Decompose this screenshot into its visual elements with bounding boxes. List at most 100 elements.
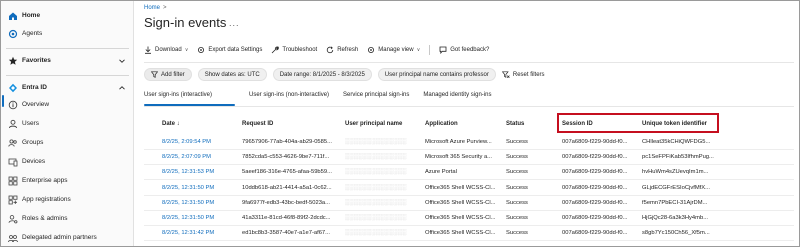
- cell-application: Office365 Shell WCSS-Cl...: [425, 215, 496, 221]
- cell-session-id: 007a6809-f229-90dd-f0...: [562, 154, 628, 161]
- column-header-date[interactable]: Date ↓: [162, 121, 180, 127]
- filter-bar: Add filter Show dates as: UTC Date range…: [144, 68, 545, 81]
- sidebar-item-favorites[interactable]: Favorites: [1, 52, 134, 70]
- table-row[interactable]: 8/2/25, 12:31:42 PM ed1bc8b3-3587-40e7-a1…: [144, 226, 794, 242]
- info-icon: [8, 100, 18, 110]
- cell-request-id: ed1bc8b3-3587-40e7-a1e7-af67...: [242, 230, 330, 237]
- cell-date[interactable]: 8/2/25, 12:31:50 PM: [162, 211, 238, 226]
- cell-status: Success: [506, 169, 528, 176]
- groups-icon: [8, 138, 18, 148]
- export-settings-button[interactable]: Export data Settings: [197, 46, 262, 54]
- show-dates-label: Show dates as: UTC: [204, 71, 260, 78]
- cell-token-id: CHlleat35kCHiQWFDG5...: [642, 139, 711, 145]
- tab-managed-identity[interactable]: Managed identity sign-ins: [423, 92, 491, 106]
- upn-filter-label: User principal name contains professor: [384, 71, 489, 78]
- cell-request-id: 10ddb618-ab21-4414-a5a1-0c62...: [242, 184, 332, 191]
- sidebar-item-app-registrations[interactable]: App registrations: [1, 191, 134, 209]
- cell-status: Success: [506, 215, 528, 221]
- sidebar-item-label: Delegated admin partners: [22, 234, 97, 241]
- cell-date[interactable]: 8/2/25, 12:31:50 PM: [162, 181, 238, 196]
- apps-icon: [8, 176, 18, 186]
- download-button[interactable]: Download ∨: [144, 46, 188, 54]
- sidebar-item-roles-admins[interactable]: Roles & admins: [1, 210, 134, 228]
- cell-session-id: 007a6809-f229-90dd-f0...: [562, 199, 628, 206]
- chevron-down-icon[interactable]: [119, 58, 125, 64]
- download-icon: [145, 46, 151, 54]
- tabs-divider-line: [144, 106, 794, 107]
- breadcrumb-home-link[interactable]: Home: [144, 5, 160, 11]
- cell-status: Success: [506, 139, 528, 145]
- show-dates-filter[interactable]: Show dates as: UTC: [197, 68, 267, 81]
- agents-icon: [8, 29, 18, 39]
- sidebar-item-enterprise-apps[interactable]: Enterprise apps: [1, 172, 134, 190]
- user-icon: [8, 119, 18, 129]
- date-range-label: Date range: 8/1/2025 - 8/3/2025: [279, 71, 365, 78]
- sidebar-divider: [6, 75, 129, 76]
- cell-application: Office365 Shell WCSS-Cl...: [425, 199, 496, 206]
- cell-application: Office365 Shell WCSS-Cl...: [425, 184, 496, 191]
- highlight-box: [557, 113, 719, 133]
- reset-filters-button[interactable]: Reset filters: [501, 70, 545, 79]
- refresh-icon: [327, 46, 334, 54]
- cell-token-id: pc1SeFPFiKab53IfhmPug...: [642, 154, 714, 161]
- sidebar-item-entra-id[interactable]: Entra ID: [1, 79, 134, 97]
- sidebar-item-label: App registrations: [22, 196, 71, 203]
- date-range-filter[interactable]: Date range: 8/1/2025 - 8/3/2025: [272, 68, 372, 81]
- home-icon: [8, 11, 18, 21]
- cell-status: Success: [506, 230, 528, 237]
- reset-filters-label: Reset filters: [512, 71, 545, 78]
- partners-icon: [8, 233, 18, 243]
- entra-icon: [8, 83, 18, 93]
- cell-upn: ░░░░░░░░░░░░░░: [345, 169, 407, 176]
- more-options-button[interactable]: ...: [229, 18, 240, 28]
- manage-view-button[interactable]: Manage view ∨: [367, 46, 420, 54]
- feedback-button[interactable]: Got feedback?: [439, 46, 489, 54]
- tab-interactive[interactable]: User sign-ins (interactive): [144, 92, 235, 106]
- sidebar-item-users[interactable]: Users: [1, 115, 134, 133]
- upn-filter[interactable]: User principal name contains professor: [377, 68, 496, 81]
- table-row[interactable]: 8/2/25, 12:31:50 PM 41a3311e-81cd-46f8-89…: [144, 211, 794, 226]
- sidebar-item-label: Overview: [22, 101, 50, 108]
- sidebar-item-label: Devices: [22, 158, 46, 165]
- tab-non-interactive[interactable]: User sign-ins (non-interactive): [249, 92, 329, 106]
- table-row[interactable]: 8/2/25, 12:31:53 PM 5aeef186-316e-4765-af…: [144, 165, 794, 181]
- sidebar-item-devices[interactable]: Devices: [1, 153, 134, 171]
- tab-service-principal[interactable]: Service principal sign-ins: [343, 92, 409, 106]
- cell-date[interactable]: 8/2/25, 12:31:53 PM: [162, 165, 238, 180]
- column-header-upn[interactable]: User principal name: [345, 121, 402, 127]
- cell-session-id: 007a6809-f229-90dd-f0...: [562, 169, 628, 176]
- sidebar-item-home[interactable]: Home: [1, 7, 134, 25]
- chevron-up-icon[interactable]: [119, 85, 125, 91]
- column-header-request-id[interactable]: Request ID: [242, 121, 273, 127]
- cell-status: Success: [506, 184, 528, 191]
- toolbar-divider-line: [144, 62, 794, 63]
- table-row[interactable]: 8/2/25, 12:31:50 PM 10ddb618-ab21-4414-a5…: [144, 181, 794, 196]
- sidebar-item-delegated-admin-partners[interactable]: Delegated admin partners: [1, 229, 134, 247]
- sidebar-item-overview[interactable]: Overview: [1, 96, 134, 114]
- table-row[interactable]: 8/2/25, 2:07:09 PM 7852cda5-c553-4626-9be…: [144, 150, 794, 166]
- column-header-status[interactable]: Status: [506, 121, 524, 127]
- cell-upn: ░░░░░░░░░░░░░░: [345, 199, 407, 206]
- sidebar-item-label: Agents: [22, 30, 43, 37]
- troubleshoot-button[interactable]: Troubleshoot: [271, 46, 317, 54]
- refresh-button[interactable]: Refresh: [326, 46, 358, 54]
- add-filter-button[interactable]: Add filter: [144, 68, 192, 81]
- sidebar-item-label: Groups: [22, 139, 44, 146]
- cell-date[interactable]: 8/2/25, 2:09:54 PM: [162, 135, 238, 150]
- devices-icon: [8, 157, 18, 167]
- sidebar-item-groups[interactable]: Groups: [1, 134, 134, 152]
- column-header-application[interactable]: Application: [425, 121, 458, 127]
- cell-date[interactable]: 8/2/25, 12:31:50 PM: [162, 196, 238, 211]
- table-row[interactable]: 8/2/25, 12:31:50 PM 9fa6977f-edb3-43bc-be…: [144, 196, 794, 211]
- table-row[interactable]: 8/2/25, 2:09:54 PM 79657906-77ab-404a-ab2…: [144, 135, 794, 150]
- cell-token-id: HjGjQc28-6a3k3Hy4mb...: [642, 215, 709, 221]
- cell-date[interactable]: 8/2/25, 12:31:42 PM: [162, 226, 238, 241]
- sidebar-item-agents[interactable]: Agents: [1, 25, 134, 43]
- gear-icon: [368, 47, 375, 53]
- command-bar: Download ∨ Export data Settings Troubles…: [144, 44, 498, 56]
- cell-date[interactable]: 8/2/25, 2:07:09 PM: [162, 150, 238, 165]
- breadcrumb-separator: >: [163, 5, 167, 11]
- cell-application: Office365 Shell WCSS-Cl...: [425, 230, 496, 237]
- sidebar: Home Agents Favorites Entra ID Overview …: [1, 1, 134, 246]
- breadcrumb: Home >: [144, 5, 167, 11]
